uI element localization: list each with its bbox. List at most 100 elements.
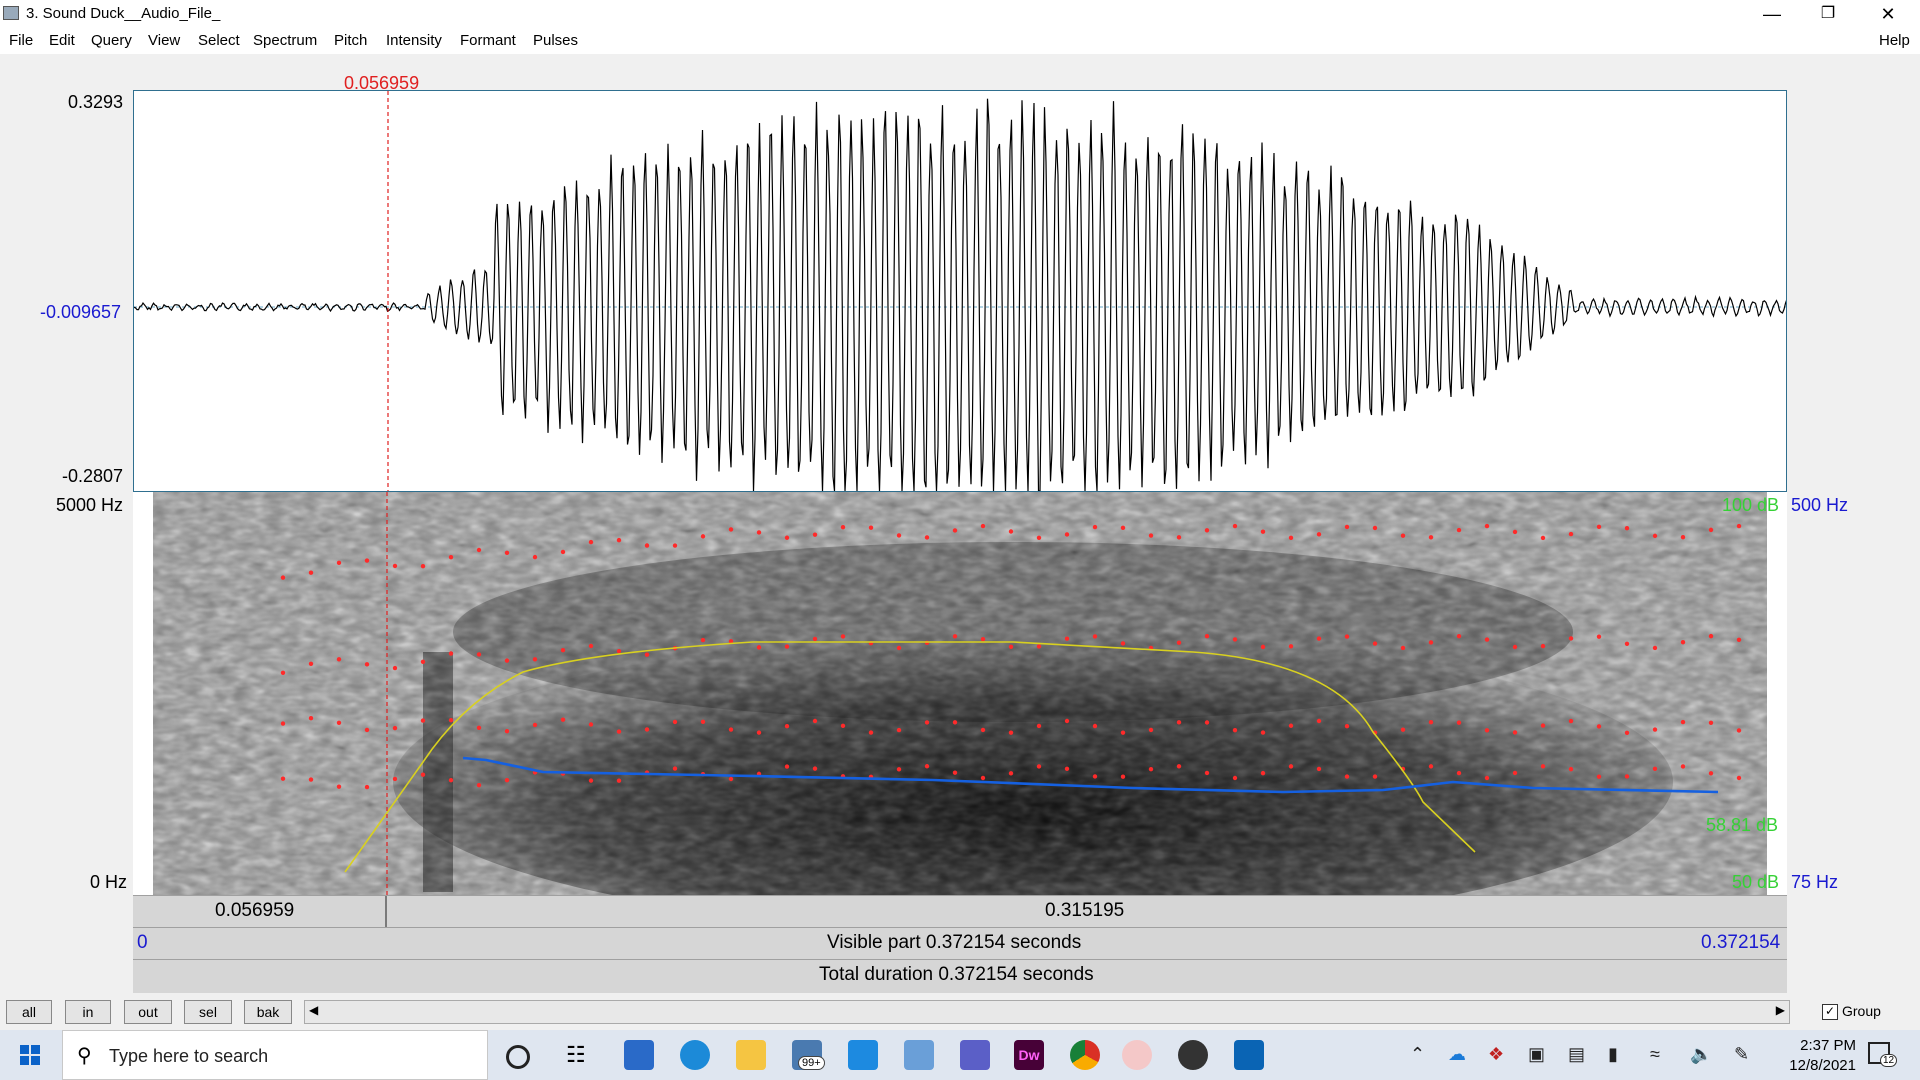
formant-dot	[280, 721, 286, 726]
formant-dot	[1344, 524, 1350, 530]
formant-dot	[1456, 770, 1462, 776]
restore-button[interactable]: ❐	[1800, 0, 1856, 28]
waveform-panel[interactable]	[133, 90, 1787, 492]
time-right-value[interactable]: 0.315195	[1045, 900, 1124, 922]
teams-icon[interactable]	[960, 1040, 990, 1070]
edge-icon[interactable]	[680, 1040, 710, 1070]
formant-dot	[1120, 730, 1126, 735]
formant-dot	[1232, 637, 1238, 642]
menu-edit[interactable]: Edit	[49, 32, 75, 49]
formant-dot	[1372, 774, 1378, 779]
menu-query[interactable]: Query	[91, 32, 132, 49]
formant-dot	[280, 575, 286, 580]
formant-dot	[980, 637, 986, 642]
display-icon[interactable]: ▤	[1568, 1044, 1585, 1065]
visible-part-bar[interactable]: 0 Visible part 0.372154 seconds 0.372154	[133, 927, 1787, 959]
formant-dot	[1316, 718, 1322, 724]
time-left-value[interactable]: 0.056959	[215, 900, 294, 922]
chrome-icon[interactable]	[1070, 1040, 1100, 1070]
menu-formant[interactable]: Formant	[460, 32, 516, 49]
total-duration-bar[interactable]: Total duration 0.372154 seconds	[133, 959, 1787, 993]
pen-icon[interactable]: ✎	[1734, 1044, 1749, 1065]
task-view-icon[interactable]: ☷	[566, 1040, 596, 1070]
formant-dot	[1092, 524, 1098, 530]
close-button[interactable]: ✕	[1860, 0, 1916, 28]
formant-dot	[308, 570, 314, 575]
formant-dot	[812, 636, 818, 642]
formant-dot	[1540, 535, 1546, 541]
visible-part-label[interactable]: Visible part 0.372154 seconds	[827, 932, 1081, 954]
outlook-blue-icon[interactable]	[848, 1040, 878, 1070]
formant-dot	[336, 784, 342, 789]
formant-dot	[392, 776, 398, 782]
formant-dot	[532, 554, 538, 560]
formant-dot	[1204, 528, 1210, 533]
praat-icon[interactable]	[1122, 1040, 1152, 1070]
horizontal-scrollbar[interactable]: ◀ ▶	[304, 1000, 1790, 1024]
zoom-all-button[interactable]: all	[6, 1000, 52, 1024]
formant-dot	[476, 725, 482, 731]
scroll-left-arrow-icon[interactable]: ◀	[309, 1003, 318, 1017]
menu-pulses[interactable]: Pulses	[533, 32, 578, 49]
formant-dot	[1288, 644, 1294, 649]
spec-fmax-label: 5000 Hz	[56, 495, 124, 515]
formant-dot	[448, 777, 454, 783]
menu-pitch[interactable]: Pitch	[334, 32, 367, 49]
formant-dot	[1428, 640, 1434, 645]
formant-dot	[1036, 723, 1042, 729]
windows-start-icon[interactable]	[20, 1045, 40, 1065]
menu-select[interactable]: Select	[198, 32, 240, 49]
notifications-icon[interactable]: 12	[1868, 1042, 1898, 1067]
formant-dot	[1596, 524, 1602, 530]
formant-dot	[784, 535, 790, 540]
formant-dot	[1428, 535, 1434, 540]
zoom-sel-button[interactable]: sel	[184, 1000, 232, 1024]
store-icon[interactable]	[624, 1040, 654, 1070]
waveform-svg	[134, 91, 1786, 491]
meet-icon[interactable]: ▣	[1528, 1044, 1545, 1065]
scroll-right-arrow-icon[interactable]: ▶	[1776, 1003, 1785, 1017]
battery-icon[interactable]: ▮	[1608, 1044, 1618, 1065]
formant-dot	[896, 645, 902, 651]
onedrive-icon[interactable]: ☁	[1448, 1044, 1466, 1065]
app-icon	[3, 6, 19, 20]
zoom-in-button[interactable]: in	[65, 1000, 111, 1024]
spectrogram-panel[interactable]	[133, 492, 1787, 895]
formant-dot	[1092, 634, 1098, 639]
wifi-icon[interactable]: ≈	[1650, 1044, 1660, 1065]
menu-view[interactable]: View	[148, 32, 180, 49]
dreamweaver-icon[interactable]: Dw	[1014, 1040, 1044, 1070]
dropbox-icon[interactable]: ❖	[1488, 1044, 1504, 1065]
formant-dot	[476, 547, 482, 553]
formant-dot	[1232, 523, 1238, 529]
total-duration-label[interactable]: Total duration 0.372154 seconds	[819, 964, 1094, 986]
formant-dot	[1708, 527, 1714, 533]
control-panel-icon[interactable]	[904, 1040, 934, 1070]
formant-dot	[308, 777, 314, 782]
selection-time-bar[interactable]: 0.056959 0.315195	[133, 895, 1787, 927]
visible-end: 0.372154	[1701, 932, 1781, 953]
selection-divider	[385, 896, 387, 927]
file-explorer-icon[interactable]	[736, 1040, 766, 1070]
menu-spectrum[interactable]: Spectrum	[253, 32, 317, 49]
menu-file[interactable]: File	[9, 32, 33, 49]
formant-dot	[532, 657, 538, 662]
mail-icon[interactable]: 99+	[792, 1040, 825, 1070]
taskbar-clock[interactable]: 2:37 PM 12/8/2021	[1789, 1036, 1856, 1076]
volume-muted-icon[interactable]: 🔈	[1690, 1044, 1712, 1065]
cortana-icon[interactable]	[506, 1045, 530, 1069]
tray-chevron-icon[interactable]: ⌃	[1410, 1044, 1425, 1065]
menu-intensity[interactable]: Intensity	[386, 32, 442, 49]
taskbar-search-box[interactable]: ⚲ Type here to search	[62, 1030, 488, 1080]
menu-help[interactable]: Help	[1879, 32, 1910, 49]
zoom-back-button[interactable]: bak	[244, 1000, 292, 1024]
media-player-icon[interactable]	[1178, 1040, 1208, 1070]
search-placeholder: Type here to search	[109, 1046, 269, 1066]
clock-date: 12/8/2021	[1789, 1057, 1856, 1074]
minimize-button[interactable]: —	[1744, 0, 1800, 28]
zoom-out-button[interactable]: out	[124, 1000, 172, 1024]
outlook-icon[interactable]	[1234, 1040, 1264, 1070]
formant-dot	[1316, 636, 1322, 641]
group-checkbox[interactable]: ✓	[1822, 1004, 1838, 1020]
formant-dot	[756, 530, 762, 535]
